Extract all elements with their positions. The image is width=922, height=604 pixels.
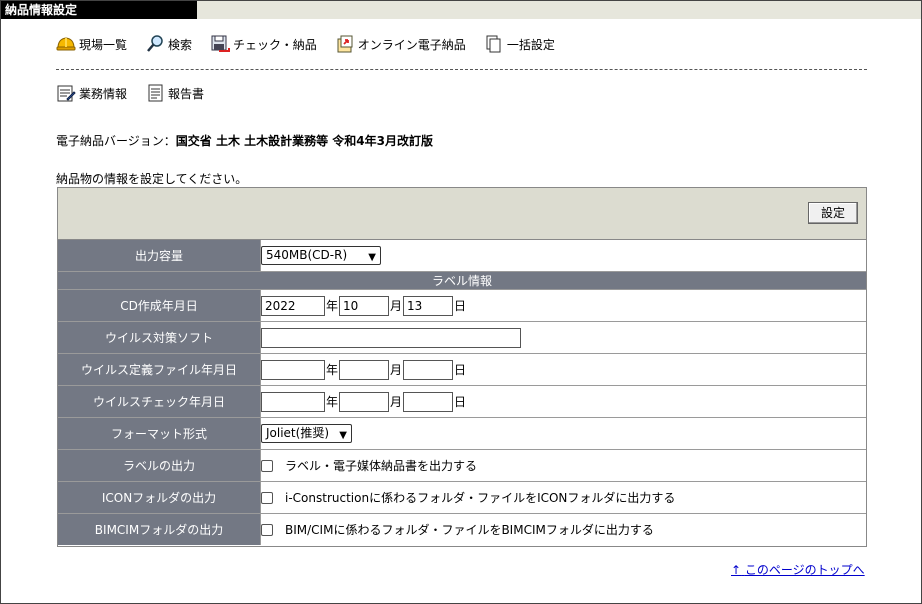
- menu-check-delivery[interactable]: チェック・納品: [210, 34, 317, 54]
- chevron-down-icon: ▼: [368, 252, 376, 263]
- cd-date-label: CD作成年月日: [58, 289, 261, 322]
- page-top-link[interactable]: ↑ このページのトップへ: [731, 561, 865, 578]
- report-icon: [145, 83, 165, 103]
- virus-def-date-label: ウイルス定義ファイル年月日: [58, 353, 261, 386]
- format-select[interactable]: Joliet(推奨) ▼: [261, 424, 352, 443]
- virus-def-year-input[interactable]: [261, 359, 325, 380]
- main-frame: 納品情報設定 現場一覧 検索 チェック・納品 オンライン電子納品 一括設定 業務…: [0, 0, 922, 604]
- toolbar-row-1: 現場一覧 検索 チェック・納品 オンライン電子納品 一括設定: [56, 32, 573, 56]
- form-header: 設定: [58, 188, 866, 240]
- row-label-output: ラベルの出力 ラベル・電子媒体納品書を出力する: [58, 449, 866, 482]
- day-unit: 日: [454, 395, 467, 409]
- chevron-down-icon: ▼: [339, 430, 347, 441]
- label-output-checkbox[interactable]: [261, 459, 273, 472]
- cd-year-input[interactable]: 2022: [261, 295, 325, 316]
- menu-site-list[interactable]: 現場一覧: [56, 34, 127, 54]
- instruction-text: 納品物の情報を設定してください。: [56, 172, 248, 186]
- label-output-label: ラベルの出力: [58, 449, 261, 482]
- page-top-link-text: このページのトップへ: [744, 563, 865, 577]
- row-antivirus: ウイルス対策ソフト: [58, 321, 866, 354]
- bimcim-output-label: BIMCIMフォルダの出力: [58, 513, 261, 545]
- menu-business-info-label: 業務情報: [79, 86, 128, 101]
- menu-online-delivery[interactable]: オンライン電子納品: [335, 34, 466, 54]
- menu-check-delivery-label: チェック・納品: [233, 37, 317, 52]
- version-value: 国交省 土木 土木設計業務等 令和4年3月改訂版: [175, 134, 433, 148]
- toolbar-row-2: 業務情報 報告書: [56, 81, 222, 105]
- virus-def-month-input[interactable]: [339, 359, 390, 380]
- icon-output-checkbox[interactable]: [261, 491, 273, 504]
- menu-bulk-settings-label: 一括設定: [506, 37, 555, 52]
- month-unit: 月: [390, 363, 403, 377]
- row-icon-output: ICONフォルダの出力 i-Constructionに係わるフォルダ・ファイルを…: [58, 481, 866, 514]
- year-unit: 年: [326, 299, 339, 313]
- format-value: Joliet(推奨): [266, 426, 330, 440]
- bimcim-output-text[interactable]: BIM/CIMに係わるフォルダ・ファイルをBIMCIMフォルダに出力する: [285, 521, 654, 538]
- output-capacity-select[interactable]: 540MB(CD-R) ▼: [261, 246, 381, 265]
- page-title: 納品情報設定: [1, 1, 197, 19]
- output-capacity-value: 540MB(CD-R): [266, 248, 348, 262]
- helmet-icon: [56, 34, 76, 54]
- label-output-text[interactable]: ラベル・電子媒体納品書を出力する: [285, 457, 477, 474]
- menu-report-label: 報告書: [168, 86, 205, 101]
- format-label: フォーマット形式: [58, 417, 261, 450]
- row-bimcim-output: BIMCIMフォルダの出力 BIM/CIMに係わるフォルダ・ファイルをBIMCI…: [58, 513, 866, 545]
- row-output-capacity: 出力容量 540MB(CD-R) ▼: [58, 240, 866, 272]
- label-section-header: ラベル情報: [58, 271, 866, 290]
- row-format: フォーマット形式 Joliet(推奨) ▼: [58, 417, 866, 450]
- settings-table: 出力容量 540MB(CD-R) ▼ ラベル情報 CD作成年月日 2022 年 10…: [58, 240, 866, 545]
- online-delivery-icon: [335, 34, 355, 54]
- output-capacity-label: 出力容量: [58, 240, 261, 272]
- year-unit: 年: [326, 363, 339, 377]
- magnifier-icon: [145, 34, 165, 54]
- menu-business-info[interactable]: 業務情報: [56, 83, 127, 103]
- row-cd-date: CD作成年月日 2022 年 10 月 13 日: [58, 289, 866, 322]
- day-unit: 日: [454, 363, 467, 377]
- bimcim-output-checkbox[interactable]: [261, 523, 273, 536]
- icon-output-label: ICONフォルダの出力: [58, 481, 261, 514]
- menu-report[interactable]: 報告書: [145, 83, 204, 103]
- delivery-form: 設定 出力容量 540MB(CD-R) ▼ ラベル情報 CD作成年月日 2022…: [57, 187, 867, 547]
- icon-output-text[interactable]: i-Constructionに係わるフォルダ・ファイルをICONフォルダに出力す…: [285, 489, 675, 506]
- month-unit: 月: [390, 299, 403, 313]
- virus-check-month-input[interactable]: [339, 391, 390, 412]
- business-info-icon: [56, 83, 76, 103]
- antivirus-label: ウイルス対策ソフト: [58, 321, 261, 354]
- antivirus-input[interactable]: [261, 327, 521, 348]
- cd-day-input[interactable]: 13: [403, 295, 454, 316]
- row-virus-def-date: ウイルス定義ファイル年月日 年 月 日: [58, 353, 866, 386]
- menu-site-list-label: 現場一覧: [79, 37, 128, 52]
- day-unit: 日: [454, 299, 467, 313]
- version-line: 電子納品バージョン：国交省 土木 土木設計業務等 令和4年3月改訂版: [56, 132, 433, 149]
- version-prefix: 電子納品バージョン：: [56, 134, 176, 148]
- menu-bulk-settings[interactable]: 一括設定: [484, 34, 555, 54]
- virus-check-day-input[interactable]: [403, 391, 454, 412]
- menu-online-delivery-label: オンライン電子納品: [357, 37, 466, 52]
- menu-search[interactable]: 検索: [145, 34, 192, 54]
- virus-check-date-label: ウイルスチェック年月日: [58, 385, 261, 418]
- set-button[interactable]: 設定: [808, 202, 858, 224]
- year-unit: 年: [326, 395, 339, 409]
- row-virus-check-date: ウイルスチェック年月日 年 月 日: [58, 385, 866, 418]
- up-arrow-icon: ↑: [731, 563, 742, 577]
- virus-check-year-input[interactable]: [261, 391, 325, 412]
- documents-icon: [484, 34, 504, 54]
- toolbar-divider: [56, 69, 867, 70]
- month-unit: 月: [390, 395, 403, 409]
- cd-month-input[interactable]: 10: [339, 295, 390, 316]
- label-section-title: ラベル情報: [58, 271, 866, 290]
- floppy-check-icon: [210, 34, 231, 54]
- menu-search-label: 検索: [168, 37, 193, 52]
- virus-def-day-input[interactable]: [403, 359, 454, 380]
